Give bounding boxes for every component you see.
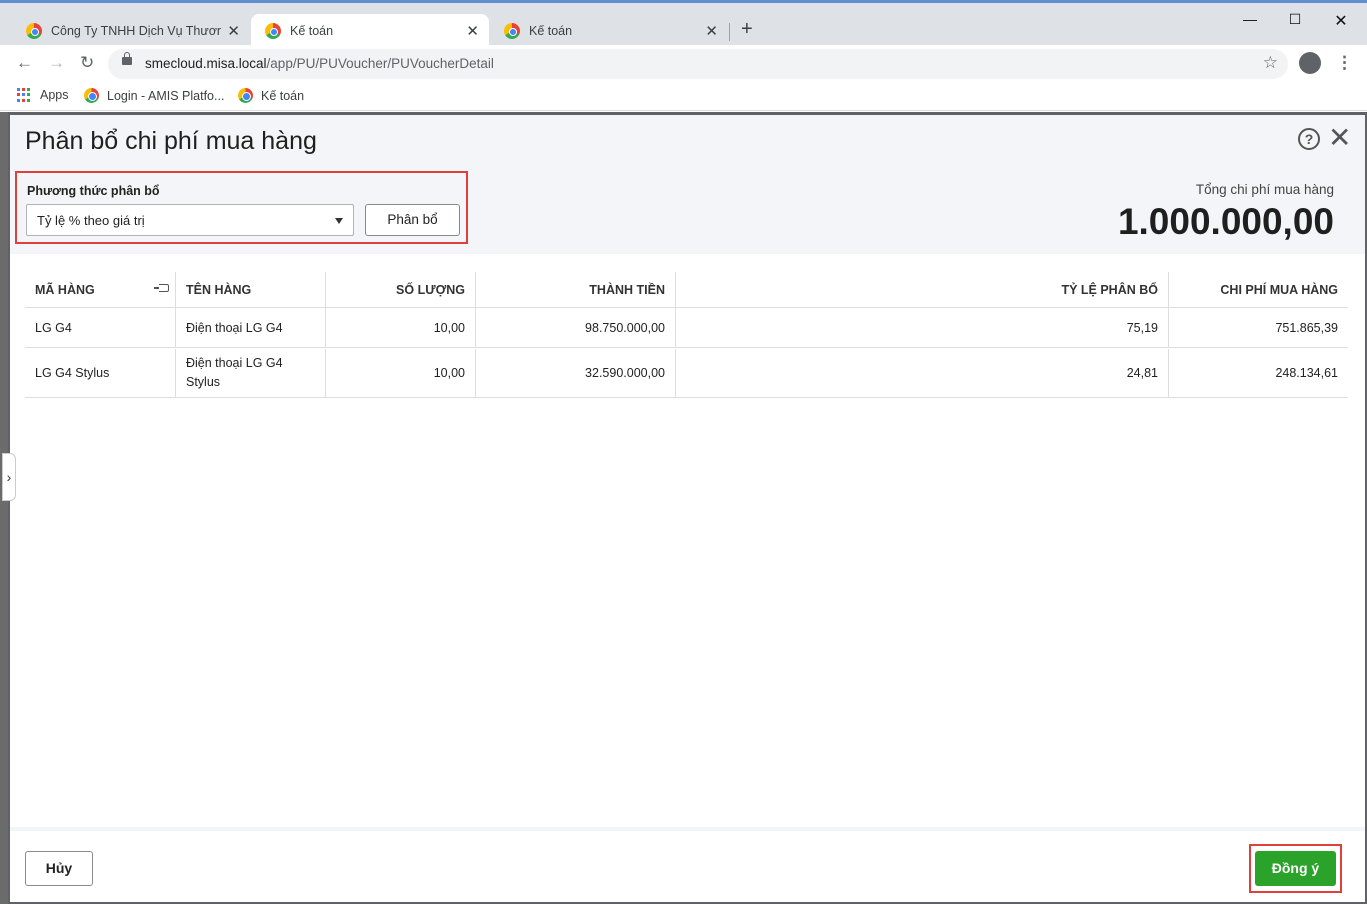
tab-close-icon[interactable]: ✕ [705, 22, 718, 40]
url-path: /app/PU/PUVoucher/PUVoucherDetail [266, 56, 494, 71]
total-cost-label: Tổng chi phí mua hàng [1195, 182, 1334, 197]
table-row[interactable]: LG G4 Điện thoại LG G4 10,00 98.750.000,… [25, 308, 1348, 348]
maximize-icon[interactable]: ☐ [1272, 11, 1318, 33]
cell-allocation-ratio[interactable]: 75,19 [676, 308, 1169, 347]
browser-tab-1[interactable]: Công Ty TNHH Dịch Vụ Thương I ✕ [12, 14, 250, 48]
chevron-down-icon [335, 218, 343, 224]
bookmark-label: Kế toán [261, 88, 305, 103]
menu-kebab-icon[interactable]: ⋮ [1336, 53, 1353, 73]
header-quantity[interactable]: SỐ LƯỢNG [326, 272, 476, 307]
table-row[interactable]: LG G4 Stylus Điện thoại LG G4 Stylus 10,… [25, 349, 1348, 398]
table-header-row: MÃ HÀNG TÊN HÀNG SỐ LƯỢNG THÀNH TIỀN TỶ … [25, 272, 1348, 308]
browser-tab-2[interactable]: Kế toán ✕ [251, 14, 489, 48]
header-item-code[interactable]: MÃ HÀNG [25, 272, 176, 307]
tab-title: Kế toán [290, 24, 334, 38]
tab-favicon-icon [26, 23, 42, 39]
ok-button-highlight: Đồng ý [1249, 844, 1342, 893]
tab-close-icon[interactable]: ✕ [227, 22, 240, 40]
header-allocation-ratio[interactable]: TỶ LỆ PHÂN BỔ [676, 272, 1169, 307]
cell-item-name: Điện thoại LG G4 Stylus [176, 349, 326, 397]
cell-purchase-cost[interactable]: 751.865,39 [1169, 308, 1348, 347]
cell-item-name: Điện thoại LG G4 [176, 308, 326, 347]
back-icon[interactable]: ← [16, 53, 33, 73]
cell-allocation-ratio[interactable]: 24,81 [676, 349, 1169, 397]
tab-close-icon[interactable]: ✕ [466, 22, 479, 40]
reload-icon[interactable]: ↻ [80, 53, 94, 73]
header-label: TÊN HÀNG [186, 282, 252, 297]
url-text: smecloud.misa.local/app/PU/PUVoucher/PUV… [145, 56, 494, 71]
allocation-method-value: Tỷ lệ % theo giá trị [37, 213, 145, 228]
header-label: SỐ LƯỢNG [396, 282, 465, 297]
header-amount[interactable]: THÀNH TIỀN [476, 272, 676, 307]
forward-icon[interactable]: → [48, 53, 65, 73]
minimize-icon[interactable]: — [1227, 11, 1273, 33]
allocation-dialog: Phân bổ chi phí mua hàng ? ✕ Phương thức… [10, 115, 1365, 902]
help-icon[interactable]: ? [1298, 128, 1320, 150]
tab-title: Kế toán [529, 24, 573, 38]
expand-sidebar-icon[interactable]: › [2, 453, 16, 501]
bookmark-label: Login - AMIS Platfo... [107, 88, 225, 103]
header-label: TỶ LỆ PHÂN BỔ [1061, 282, 1158, 297]
tab-favicon-icon [504, 23, 520, 39]
new-tab-icon[interactable]: + [741, 18, 753, 41]
bookmark-favicon-icon [84, 88, 99, 103]
header-item-name[interactable]: TÊN HÀNG [176, 272, 326, 307]
dialog-footer: Hủy Đồng ý [10, 827, 1365, 902]
tab-favicon-icon [265, 23, 281, 39]
header-purchase-cost[interactable]: CHI PHÍ MUA HÀNG [1169, 272, 1348, 307]
header-label: CHI PHÍ MUA HÀNG [1220, 282, 1338, 297]
address-bar[interactable]: smecloud.misa.local/app/PU/PUVoucher/PUV… [108, 49, 1288, 79]
bookmarks-bar: Apps Login - AMIS Platfo... Kế toán [0, 83, 1367, 111]
bookmark-label: Apps [40, 88, 69, 102]
bookmark-login-amis[interactable]: Login - AMIS Platfo... [84, 88, 224, 103]
lock-icon [122, 52, 132, 65]
cell-amount: 32.590.000,00 [476, 349, 676, 397]
bookmark-apps[interactable]: Apps [17, 88, 69, 102]
browser-tab-bar: Công Ty TNHH Dịch Vụ Thương I ✕ Kế toán … [0, 0, 1367, 48]
allocate-button[interactable]: Phân bổ [365, 204, 460, 236]
header-label: THÀNH TIỀN [589, 282, 665, 297]
url-host: smecloud.misa.local [145, 56, 267, 71]
cell-amount: 98.750.000,00 [476, 308, 676, 347]
tab-title: Công Ty TNHH Dịch Vụ Thương I [51, 24, 222, 38]
pin-column-icon[interactable] [154, 284, 169, 292]
bookmark-ke-toan[interactable]: Kế toán [238, 88, 304, 103]
cell-item-code: LG G4 [25, 308, 176, 347]
window-close-icon[interactable]: ✕ [1318, 11, 1364, 33]
allocation-method-select[interactable]: Tỷ lệ % theo giá trị [26, 204, 354, 236]
total-cost-value: 1.000.000,00 [1117, 201, 1334, 242]
dialog-title: Phân bổ chi phí mua hàng [25, 127, 317, 155]
browser-tab-3[interactable]: Kế toán ✕ [490, 14, 728, 48]
tab-separator [729, 23, 730, 41]
browser-toolbar: ← → ↻ smecloud.misa.local/app/PU/PUVouch… [0, 45, 1367, 83]
cell-quantity: 10,00 [326, 349, 476, 397]
profile-avatar-icon[interactable] [1299, 52, 1321, 74]
ok-button[interactable]: Đồng ý [1255, 851, 1336, 886]
header-label: MÃ HÀNG [35, 282, 95, 297]
bookmark-star-icon[interactable]: ☆ [1263, 53, 1278, 73]
apps-grid-icon [17, 88, 31, 102]
allocation-method-group: Phương thức phân bổ Tỷ lệ % theo giá trị… [15, 171, 468, 244]
left-sidebar-strip [0, 112, 8, 904]
allocation-method-label: Phương thức phân bổ [27, 184, 160, 198]
cell-quantity: 10,00 [326, 308, 476, 347]
bookmark-favicon-icon [238, 88, 253, 103]
dialog-header: Phân bổ chi phí mua hàng ? ✕ Phương thức… [10, 115, 1365, 254]
cell-purchase-cost[interactable]: 248.134,61 [1169, 349, 1348, 397]
cancel-button[interactable]: Hủy [25, 851, 93, 886]
cell-item-code: LG G4 Stylus [25, 349, 176, 397]
close-icon[interactable]: ✕ [1328, 123, 1351, 153]
